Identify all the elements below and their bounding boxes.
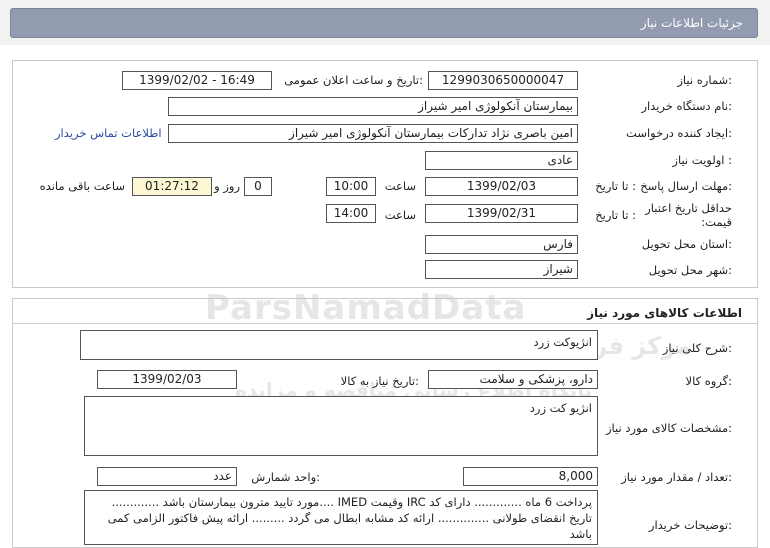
creator-field: امین باصری نژاد تدارکات بیمارستان آنکولو… [168, 124, 578, 143]
desc-field: انژیوکت زرد [80, 330, 598, 360]
validity-date-field: 1399/02/31 [425, 204, 578, 223]
contact-buyer-link[interactable]: اطلاعات تماس خریدار [55, 126, 162, 140]
announce-field: 1399/02/02 - 16:49 [122, 71, 272, 90]
announce-label: تاریخ و ساعت اعلان عمومی: [284, 73, 423, 87]
need-date-label: تاریخ نیاز به کالا: [340, 374, 419, 388]
desc-label: شرح کلی نیاز: [662, 341, 732, 355]
buyer-field: بیمارستان آنکولوژی امیر شیراز [168, 97, 578, 116]
days-label: روز و [214, 179, 240, 193]
specs-label: مشخصات کالای مورد نیاز: [605, 421, 732, 435]
need-number-label: شماره نیاز: [677, 73, 732, 87]
header-bar: جزئیات اطلاعات نیاز [0, 0, 770, 45]
buyer-label: نام دستگاه خریدار: [641, 99, 732, 113]
creator-label: ایجاد کننده درخواست: [626, 126, 732, 140]
city-field: شیراز [425, 260, 578, 279]
province-label: استان محل تحویل: [641, 237, 732, 251]
deadline-label: مهلت ارسال پاسخ: [640, 179, 732, 193]
notes-field: پرداخت 6 ماه ............. دارای کد IRC … [84, 490, 598, 545]
validity-time-label: ساعت [384, 208, 416, 222]
need-date-field: 1399/02/03 [97, 370, 237, 389]
specs-field: انژیو کت زرد [84, 396, 598, 456]
remaining-label: ساعت باقی مانده [39, 179, 125, 193]
unit-label: واحد شمارش: [251, 470, 320, 484]
need-number-field: 1299030650000047 [428, 71, 578, 90]
goods-section-title: اطلاعات کالاهای مورد نیاز [587, 306, 742, 320]
province-field: فارس [425, 235, 578, 254]
deadline-time-field: 10:00 [326, 177, 376, 196]
remaining-time-field: 01:27:12 [132, 177, 212, 196]
priority-label: اولویت نیاز : [672, 153, 732, 167]
city-label: شهر محل تحویل: [648, 263, 732, 277]
validity-to-date-label: تا تاریخ : [595, 208, 636, 222]
validity-time-field: 14:00 [326, 204, 376, 223]
need-info-panel [12, 60, 758, 288]
group-field: دارو، پزشکی و سلامت [428, 370, 598, 389]
validity-label: حداقل تاریخ اعتبار قیمت: [632, 201, 732, 229]
notes-label: توضیحات خریدار: [648, 518, 732, 532]
deadline-to-date-label: تا تاریخ : [595, 179, 636, 193]
page-title: جزئیات اطلاعات نیاز [640, 16, 743, 30]
deadline-date-field: 1399/02/03 [425, 177, 578, 196]
days-remaining-field: 0 [244, 177, 272, 196]
details-header-button[interactable]: جزئیات اطلاعات نیاز [10, 8, 758, 38]
unit-field: عدد [97, 467, 237, 486]
group-label: گروه کالا: [685, 374, 732, 388]
qty-field: 8,000 [463, 467, 598, 486]
goods-divider [12, 323, 758, 324]
deadline-time-label: ساعت [384, 179, 416, 193]
validity-label-text: حداقل تاریخ اعتبار قیمت: [645, 201, 732, 229]
priority-field: عادی [425, 151, 578, 170]
qty-label: تعداد / مقدار مورد نیاز: [621, 470, 732, 484]
